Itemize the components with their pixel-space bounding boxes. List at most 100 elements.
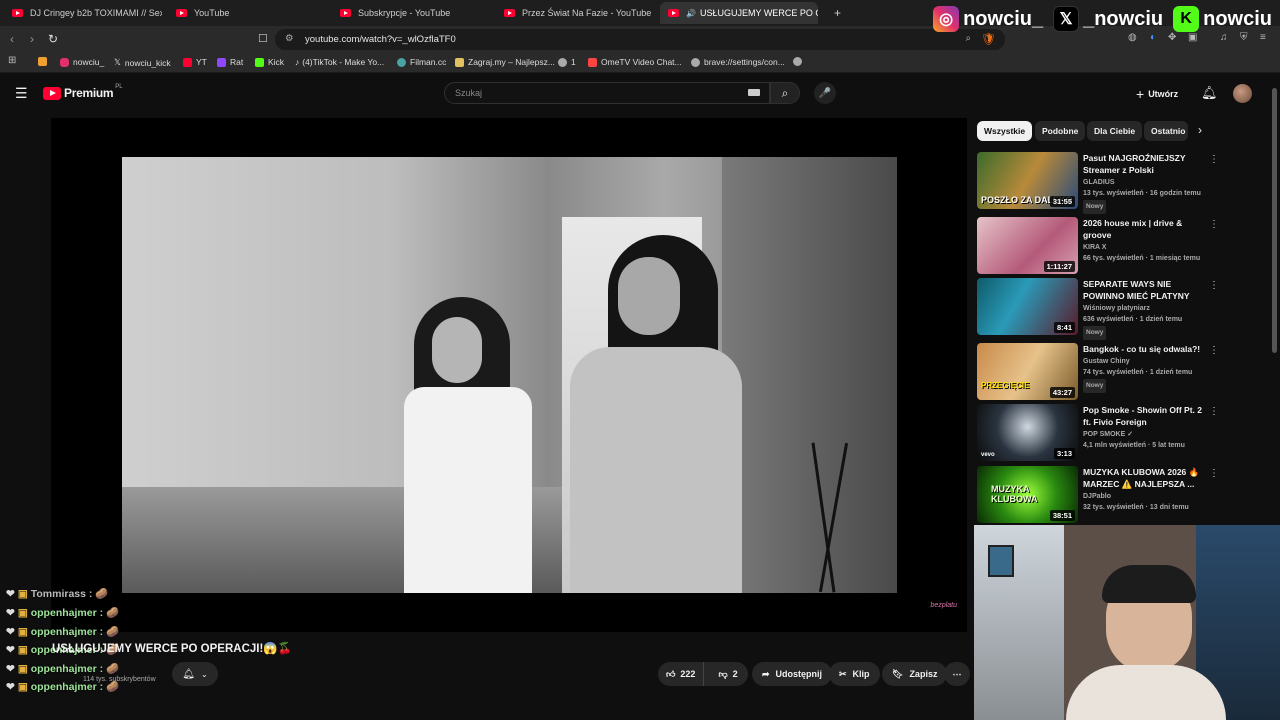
zoom-icon[interactable]: ⌕ — [966, 33, 971, 44]
more-actions-button[interactable]: ⋯ — [944, 662, 970, 686]
browser-tab[interactable]: YouTube — [168, 2, 326, 24]
recommendation-title[interactable]: Bangkok - co tu się odwala?! — [1083, 343, 1209, 355]
thumbnail[interactable]: PRZEGIĘCIE 43:27 — [977, 343, 1078, 400]
bookmark-item[interactable]: ♪ (4)TikTok - Make Yo... — [295, 57, 384, 67]
bookmark-item[interactable]: YT — [183, 57, 207, 67]
bookmark-item[interactable]: OmeTV Video Chat... — [588, 57, 682, 67]
chip-recent[interactable]: Ostatnio — [1144, 121, 1188, 141]
recommendation-title[interactable]: Pop Smoke - Showin Off Pt. 2 ft. Fivio F… — [1083, 404, 1209, 428]
x-icon: 𝕏 — [1053, 6, 1080, 32]
subscribe-notification-button[interactable]: 🔔︎ ⌄ — [172, 662, 218, 686]
recommendation-title[interactable]: SEPARATE WAYS NIE POWINNO MIEĆ PLATYNY — [1083, 278, 1209, 302]
globe-icon — [558, 57, 567, 67]
webcam-headphones — [1102, 565, 1196, 603]
browser-tab-active[interactable]: 🔊USŁUGUJEMY WERCE PO OPI✕ — [660, 2, 818, 24]
dislike-count: 2 — [732, 669, 738, 679]
recommendation-item[interactable]: POSZŁO ZA DALEKO 31:55 Pasut NAJGROŹNIEJ… — [977, 152, 1219, 214]
more-vertical-icon[interactable]: ⋮ — [1209, 468, 1219, 479]
recommendation-item[interactable]: 8:41 SEPARATE WAYS NIE POWINNO MIEĆ PLAT… — [977, 278, 1219, 340]
bookmark-item[interactable]: Filman.cc — [397, 57, 446, 67]
channel-name[interactable]: POP SMOKE ✓ — [1083, 429, 1209, 440]
person-left-dress — [404, 387, 532, 593]
chip-all[interactable]: Wszystkie — [977, 121, 1033, 141]
save-button[interactable]: 🔖︎ Zapisz — [882, 662, 948, 686]
bookmark-item[interactable]: Zagraj.my – Najlepsz... — [455, 57, 555, 67]
video-meta: 13 tys. wyświetleń · 16 godzin temu — [1083, 190, 1201, 197]
video-player[interactable]: bezplatu — [51, 118, 967, 632]
page-scrollbar[interactable] — [1272, 88, 1277, 353]
browser-tab[interactable]: Subskrypcje - YouTube — [332, 2, 490, 24]
bookmark-item[interactable]: 1 — [558, 57, 576, 67]
kick-handle: nowciu — [1203, 7, 1272, 30]
bookmark-item[interactable]: brave://settings/con... — [691, 57, 785, 67]
more-vertical-icon[interactable]: ⋮ — [1209, 154, 1219, 165]
youtube-logo-icon — [43, 86, 61, 100]
video-meta: 636 wyświetleń · 1 dzień temu — [1083, 316, 1183, 323]
browser-tab[interactable]: DJ Cringey b2b TOXIMAMI // Sexpre — [4, 2, 162, 24]
recommendation-item[interactable]: PRZEGIĘCIE 43:27 Bangkok - co tu się odw… — [977, 343, 1219, 401]
keyboard-icon[interactable] — [748, 89, 760, 96]
thumbnail-text: PRZEGIĘCIE — [981, 381, 1030, 390]
url-bar[interactable]: ⚙ youtube.com/watch?v=_wlOzflaTF0 ⌕ ⇪ — [275, 29, 1005, 50]
thumbnail[interactable]: vevo 3:13 — [977, 404, 1078, 461]
voice-search-button[interactable]: 🎤 — [814, 82, 836, 104]
zagraj-icon — [455, 57, 464, 67]
bookmark-item[interactable]: Rat — [217, 57, 243, 67]
recommendation-title[interactable]: Pasut NAJGROŹNIEJSZY Streamer z Polski — [1083, 152, 1209, 176]
channel-name[interactable]: KIRA X — [1083, 242, 1209, 253]
notifications-bell-icon[interactable]: 🔔︎ — [1201, 85, 1218, 101]
chip-for-you[interactable]: Dla Ciebie — [1087, 121, 1143, 141]
recommendation-title[interactable]: MUZYKA KLUBOWA 2026 🔥 MARZEC ⚠️ NAJLEPSZ… — [1083, 466, 1209, 490]
thumbnail[interactable]: 1:11:27 — [977, 217, 1078, 274]
recommendation-title[interactable]: 2026 house mix | drive & groove — [1083, 217, 1209, 241]
recommendation-item[interactable]: 1:11:27 2026 house mix | drive & groove K… — [977, 217, 1219, 275]
chip-related[interactable]: Podobne — [1035, 121, 1086, 141]
avatar[interactable] — [1233, 84, 1252, 103]
thumbnail[interactable]: MUZYKA KLUBOWA 38:51 — [977, 466, 1078, 523]
duration-badge: 43:27 — [1049, 387, 1075, 398]
more-vertical-icon[interactable]: ⋮ — [1209, 406, 1219, 417]
apps-grid-icon[interactable]: ⊞ — [8, 55, 16, 66]
search-input[interactable]: Szukaj — [444, 82, 770, 104]
more-vertical-icon[interactable]: ⋮ — [1209, 345, 1219, 356]
reload-icon[interactable]: ↻ — [48, 32, 58, 46]
streamer-webcam — [974, 525, 1280, 720]
channel-name[interactable]: DJPablo — [1083, 491, 1209, 502]
bookmark-item[interactable]: nowciu_ — [60, 57, 104, 67]
channel-name[interactable]: GLADIUS — [1083, 177, 1209, 188]
more-vertical-icon[interactable]: ⋮ — [1209, 280, 1219, 291]
create-button[interactable]: + Utwórz — [1136, 86, 1178, 102]
clip-button[interactable]: ✂ Klip — [829, 662, 880, 686]
bookmark-icon[interactable]: ☐ — [258, 32, 268, 45]
badge-icon: ▣ — [17, 606, 28, 619]
brave-shield-icon[interactable]: 🛡 — [981, 32, 996, 46]
channel-name[interactable]: Gustaw Chiny — [1083, 356, 1209, 367]
recommendation-item[interactable]: MUZYKA KLUBOWA 38:51 MUZYKA KLUBOWA 2026… — [977, 466, 1219, 524]
youtube-logo[interactable]: Premium PL — [43, 84, 123, 100]
thumbnail[interactable]: 8:41 — [977, 278, 1078, 335]
tab-title: DJ Cringey b2b TOXIMAMI // Sexpre — [30, 8, 162, 18]
youtube-icon — [176, 9, 187, 17]
badge-icon: ▣ — [17, 662, 28, 675]
bookmark-item[interactable]: 𝕏nowciu_kick — [114, 57, 171, 68]
browser-tab[interactable]: Przez Świat Na Fazie - YouTube — [496, 2, 654, 24]
site-info-icon[interactable]: ⚙ — [285, 33, 294, 44]
more-vertical-icon[interactable]: ⋮ — [1209, 219, 1219, 230]
channel-name[interactable]: Wiśniowy platyniarz — [1083, 303, 1209, 314]
chevron-right-icon[interactable]: › — [1198, 123, 1202, 137]
hamburger-menu-icon[interactable]: ☰ — [15, 85, 28, 102]
duration-badge: 8:41 — [1053, 322, 1075, 333]
forward-icon[interactable]: › — [30, 32, 34, 46]
bookmark-item[interactable]: Kick — [255, 57, 284, 67]
share-button[interactable]: ➦ Udostępnij — [752, 662, 833, 686]
recommendation-item[interactable]: vevo 3:13 Pop Smoke - Showin Off Pt. 2 f… — [977, 404, 1219, 462]
dislike-button[interactable]: 👎︎ 2 — [710, 662, 745, 686]
thumbs-down-icon: 👎︎ — [718, 668, 728, 679]
bookmark-item[interactable] — [793, 57, 806, 66]
back-icon[interactable]: ‹ — [10, 32, 14, 46]
bookmark-item[interactable] — [38, 57, 51, 66]
thumbnail[interactable]: POSZŁO ZA DALEKO 31:55 — [977, 152, 1078, 209]
new-tab-button[interactable]: + — [826, 2, 846, 24]
search-button[interactable]: ⌕ — [770, 82, 800, 104]
like-button[interactable]: 👍︎ 222 — [658, 662, 705, 686]
